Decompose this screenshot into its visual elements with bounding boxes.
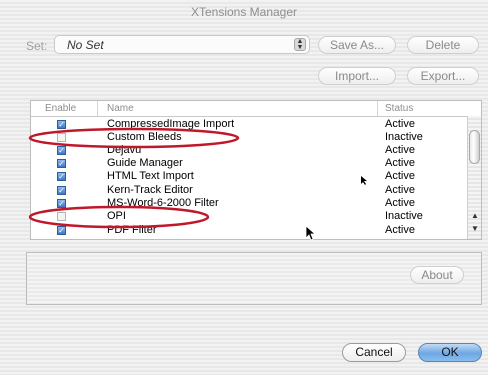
enable-checkbox[interactable]: ✓ <box>57 226 66 235</box>
xtension-name: Guide Manager <box>107 157 183 169</box>
enable-checkbox[interactable]: ✓ <box>57 212 66 221</box>
xtension-status: Active <box>385 224 415 236</box>
set-select-value: No Set <box>67 38 104 52</box>
xtension-status: Active <box>385 118 415 130</box>
enable-checkbox[interactable]: ✓ <box>57 172 66 181</box>
xtension-name: Dejavu <box>107 144 142 156</box>
enable-checkbox[interactable]: ✓ <box>57 159 66 168</box>
list-header: Enable Name Status <box>31 101 481 117</box>
xtension-status: Active <box>385 144 415 156</box>
column-header-status[interactable]: Status <box>385 103 413 114</box>
column-header-name[interactable]: Name <box>107 103 134 114</box>
delete-button[interactable]: Delete <box>407 36 479 54</box>
set-label: Set: <box>26 39 48 53</box>
ok-button[interactable]: OK <box>418 343 482 362</box>
column-divider <box>97 101 98 116</box>
enable-checkbox[interactable]: ✓ <box>57 146 66 155</box>
xtensions-list[interactable]: Enable Name Status ✓ CompressedImage Imp… <box>30 100 482 240</box>
list-item[interactable]: ✓ Dejavu Active <box>31 144 467 157</box>
list-item[interactable]: ✓ Kern-Track Editor Active <box>31 184 467 197</box>
scroll-down-arrow-icon[interactable]: ▼ <box>471 224 479 233</box>
enable-checkbox[interactable]: ✓ <box>57 120 66 129</box>
xtension-name: OPI <box>107 210 126 222</box>
window-title: XTensions Manager <box>190 5 298 19</box>
xtension-name: PDF Filter <box>107 224 157 236</box>
list-item[interactable]: ✓ PDF Filter Active <box>31 224 467 237</box>
xtension-status: Active <box>385 197 415 209</box>
up-down-chevron-icon: ▲ ▼ <box>294 38 306 51</box>
scrollbar-thumb[interactable] <box>469 130 480 164</box>
scroll-up-arrow-icon[interactable]: ▲ <box>471 211 479 220</box>
enable-checkbox[interactable]: ✓ <box>57 186 66 195</box>
enable-checkbox[interactable]: ✓ <box>57 199 66 208</box>
column-header-enable[interactable]: Enable <box>45 103 76 114</box>
enable-checkbox[interactable]: ✓ <box>57 133 66 142</box>
list-item[interactable]: ✓ CompressedImage Import Active <box>31 118 467 131</box>
about-button[interactable]: About <box>410 266 464 284</box>
xtension-name: CompressedImage Import <box>107 118 235 130</box>
list-item[interactable]: ✓ Custom Bleeds Inactive <box>31 131 467 144</box>
save-as-button[interactable]: Save As... <box>318 36 396 54</box>
export-button[interactable]: Export... <box>407 67 479 85</box>
xtension-name: MS-Word-6-2000 Filter <box>107 197 219 209</box>
list-item[interactable]: ✓ Guide Manager Active <box>31 157 467 170</box>
list-scrollbar[interactable]: ▲ ▼ <box>467 116 481 239</box>
xtension-name: HTML Text Import <box>107 170 194 182</box>
list-item[interactable]: ✓ MS-Word-6-2000 Filter Active <box>31 197 467 210</box>
cancel-button[interactable]: Cancel <box>342 343 406 362</box>
xtension-name: Kern-Track Editor <box>107 184 193 196</box>
set-select[interactable]: No Set ▲ ▼ <box>54 35 310 54</box>
xtension-status: Active <box>385 184 415 196</box>
xtension-name: Custom Bleeds <box>107 131 182 143</box>
xtension-status: Inactive <box>385 131 423 143</box>
list-item[interactable]: ✓ HTML Text Import Active <box>31 170 467 183</box>
xtension-status: Active <box>385 157 415 169</box>
column-divider <box>377 101 378 116</box>
list-item[interactable]: ✓ OPI Inactive <box>31 210 467 223</box>
import-button[interactable]: Import... <box>318 67 396 85</box>
xtension-status: Active <box>385 170 415 182</box>
xtension-status: Inactive <box>385 210 423 222</box>
